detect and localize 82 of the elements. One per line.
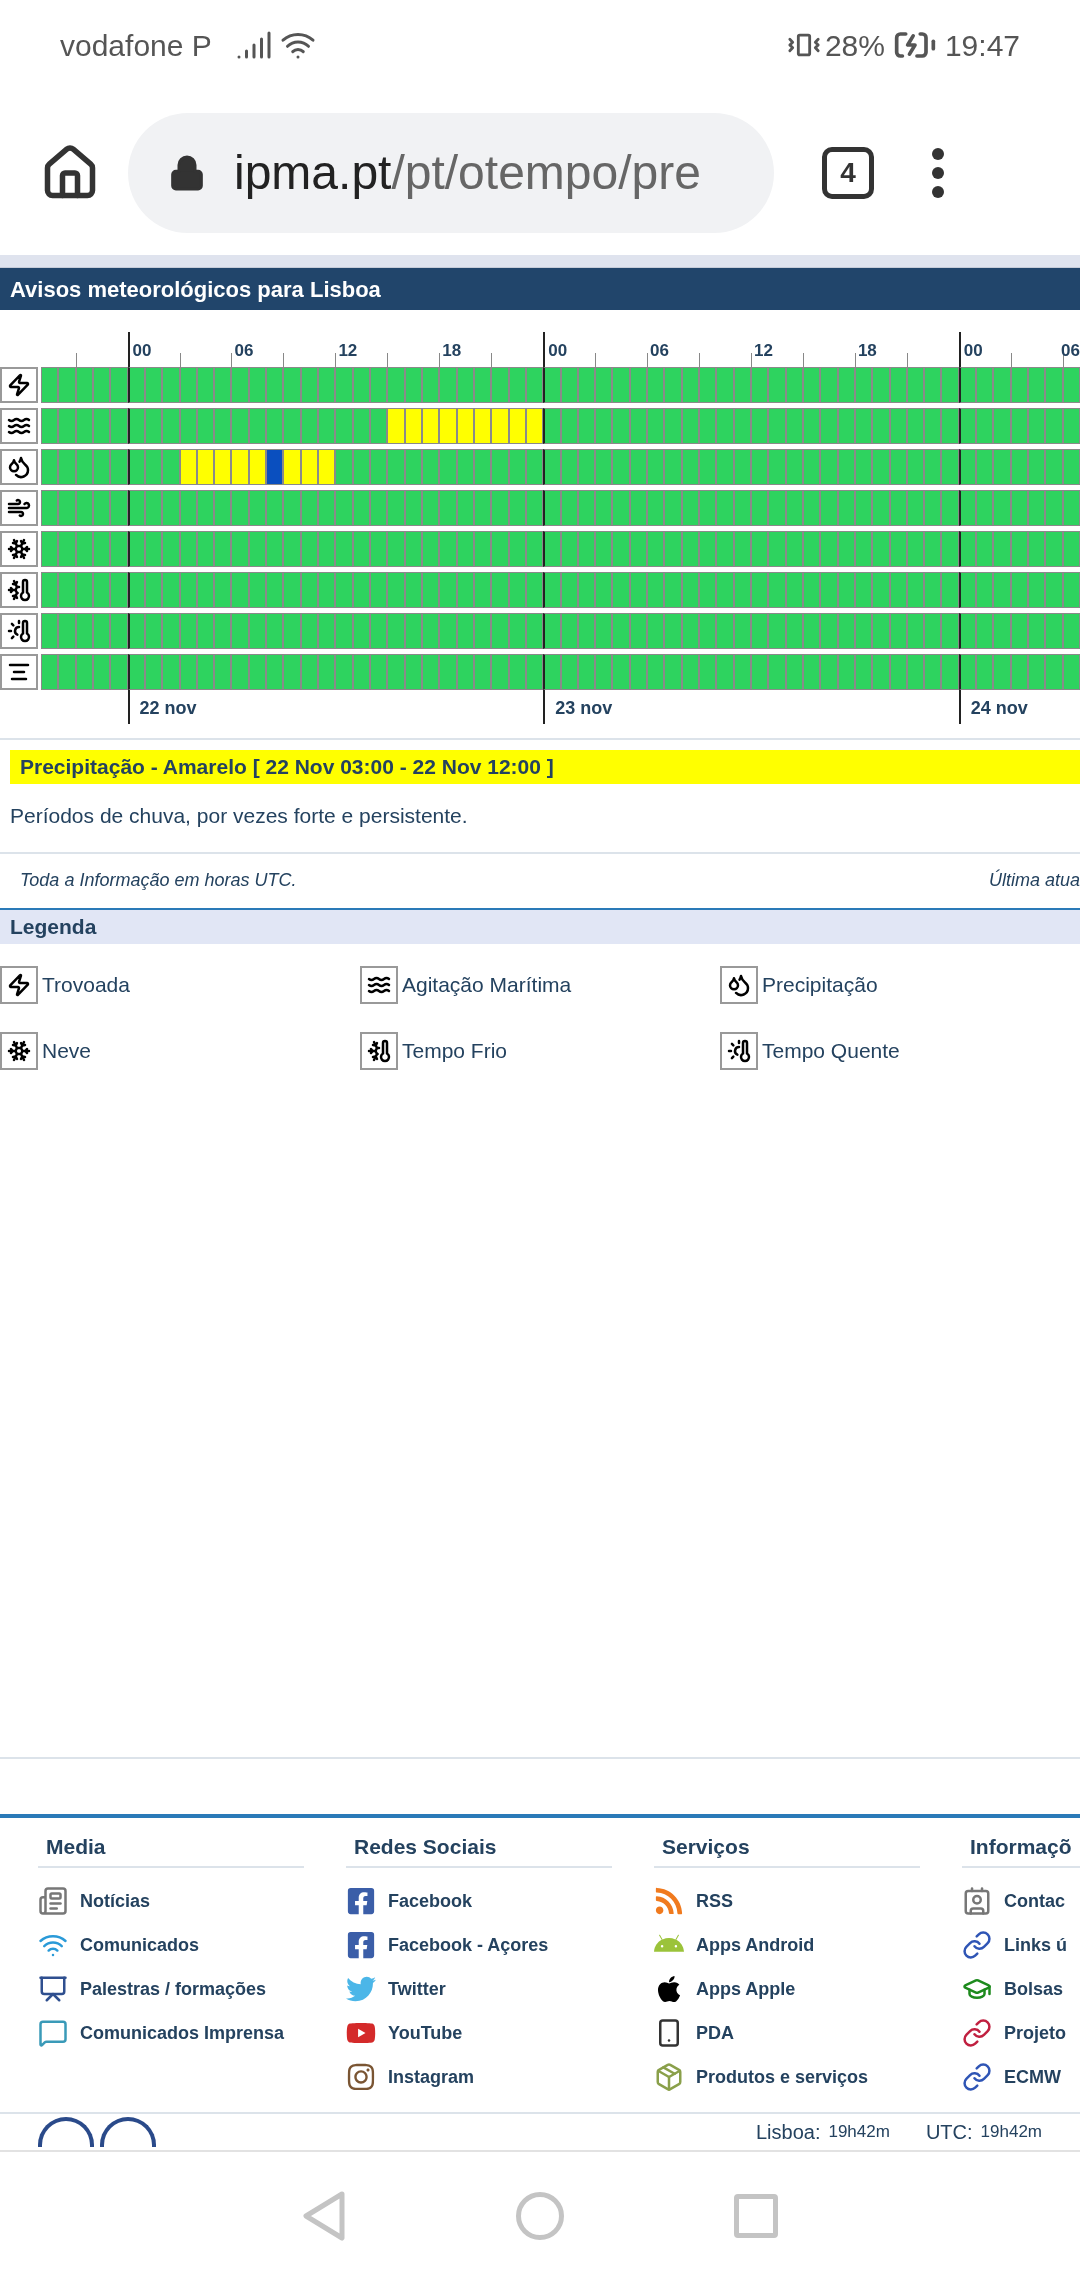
footer-link[interactable]: Notícias	[80, 1887, 151, 1915]
footer-link[interactable]: Comunicados	[80, 1931, 199, 1959]
footer-link[interactable]: RSS	[696, 1887, 733, 1915]
panel-title-bar: Avisos meteorológicos para Lisboa	[0, 268, 1080, 310]
presentation-icon	[38, 1974, 68, 2004]
day-label: 24 nov	[970, 697, 1028, 720]
footer-link[interactable]: Projeto	[1004, 2019, 1066, 2047]
link-icon	[962, 2062, 992, 2092]
hour-label: 18	[857, 340, 877, 362]
facebook-icon	[346, 1886, 376, 1916]
hour-label: 00	[963, 340, 983, 362]
hour-label: 12	[338, 340, 358, 362]
footer-link[interactable]: PDA	[696, 2019, 734, 2047]
tab-count-button[interactable]: 4	[822, 146, 874, 199]
footer-link[interactable]: Apps Apple	[696, 1975, 796, 2003]
footer-link[interactable]: Instagram	[388, 2063, 475, 2091]
hour-label: 00	[548, 340, 568, 362]
seal-logo-icon	[100, 2117, 156, 2147]
url-text: ipma.pt/pt/otempo/pre	[234, 144, 701, 201]
thermometer-sun-icon	[720, 1031, 758, 1070]
footer-link[interactable]: Bolsas	[1004, 1975, 1064, 2003]
address-bar[interactable]: ipma.pt/pt/otempo/pre	[128, 112, 774, 233]
footer-link[interactable]: ECMW	[1004, 2063, 1061, 2091]
footer-link[interactable]: YouTube	[388, 2019, 463, 2047]
footer-link[interactable]: Facebook	[388, 1887, 473, 1915]
twitter-icon	[346, 1974, 376, 2004]
back-icon[interactable]	[302, 2190, 346, 2242]
footer-link[interactable]: Links ú	[1004, 1931, 1067, 1959]
hour-label: 18	[442, 340, 462, 362]
warning-description: Períodos de chuva, por vezes forte e persistente.	[9, 803, 469, 829]
clock-time: 19:47	[944, 27, 1020, 64]
drops-icon	[720, 965, 758, 1004]
legend-header: Legenda	[0, 909, 1080, 944]
recents-icon[interactable]	[734, 2194, 778, 2238]
legend-label: Trovoada	[42, 971, 130, 998]
footer-heading: Informaçõ	[962, 1818, 1080, 1868]
day-label: 22 nov	[139, 697, 197, 720]
seal-logo-icon	[38, 2117, 94, 2147]
utc-note: Toda a Informação em horas UTC.	[20, 869, 297, 892]
facebook-icon	[346, 1930, 376, 1960]
link-icon	[962, 2018, 992, 2048]
legend-label: Tempo Frio	[402, 1037, 508, 1064]
legend-label: Tempo Quente	[762, 1037, 900, 1064]
footer-link[interactable]: Apps Android	[696, 1931, 815, 1959]
lock-icon	[168, 153, 206, 192]
package-icon	[654, 2062, 684, 2092]
legend-label: Neve	[42, 1037, 92, 1064]
hour-label: 06	[1061, 340, 1080, 362]
last-update-text: Última atua	[988, 868, 1080, 892]
footer-link[interactable]: Comunicados Imprensa	[80, 2019, 285, 2047]
legend-label: Precipitação	[762, 971, 878, 998]
hour-label: 00	[132, 340, 152, 362]
rss-icon	[654, 1886, 684, 1916]
newspaper-icon	[38, 1886, 68, 1916]
waves-icon	[360, 965, 398, 1004]
footer-link[interactable]: Palestras / formações	[80, 1975, 267, 2003]
carrier-name: vodafone P	[60, 27, 212, 64]
hour-label: 12	[753, 340, 773, 362]
battery-percent: 28%	[824, 27, 885, 64]
chat-icon	[38, 2018, 68, 2048]
thermometer-icon	[360, 1031, 398, 1070]
hour-label: 06	[650, 340, 669, 362]
footer-link[interactable]: Produtos e serviços	[696, 2063, 869, 2091]
warning-title-bar: Precipitação - Amarelo [ 22 Nov 03:00 - 22 Nov 12:00 ]	[10, 750, 1080, 784]
menu-icon[interactable]	[932, 147, 944, 198]
hour-label: 06	[234, 340, 254, 362]
legend-label: Agitação Marítima	[402, 971, 572, 998]
footer-heading: Media	[38, 1818, 304, 1868]
clock-label: UTC:	[925, 2120, 973, 2145]
contacts-icon	[962, 1886, 992, 1916]
footer-link[interactable]: Contac	[1004, 1887, 1065, 1915]
camera-icon	[346, 2062, 376, 2092]
home-button-icon[interactable]	[516, 2192, 564, 2240]
footer-link[interactable]: Facebook - Açores	[388, 1931, 549, 1959]
clock-value: 19h42m	[980, 2121, 1042, 2144]
clock-label: Lisboa:	[755, 2120, 821, 2145]
footer-link[interactable]: Twitter	[388, 1975, 446, 2003]
footer-heading: Redes Sociais	[346, 1818, 612, 1868]
day-label: 23 nov	[555, 697, 613, 720]
footer-heading: Serviços	[654, 1818, 920, 1868]
clock-value: 19h42m	[828, 2121, 890, 2144]
link-icon	[962, 1930, 992, 1960]
